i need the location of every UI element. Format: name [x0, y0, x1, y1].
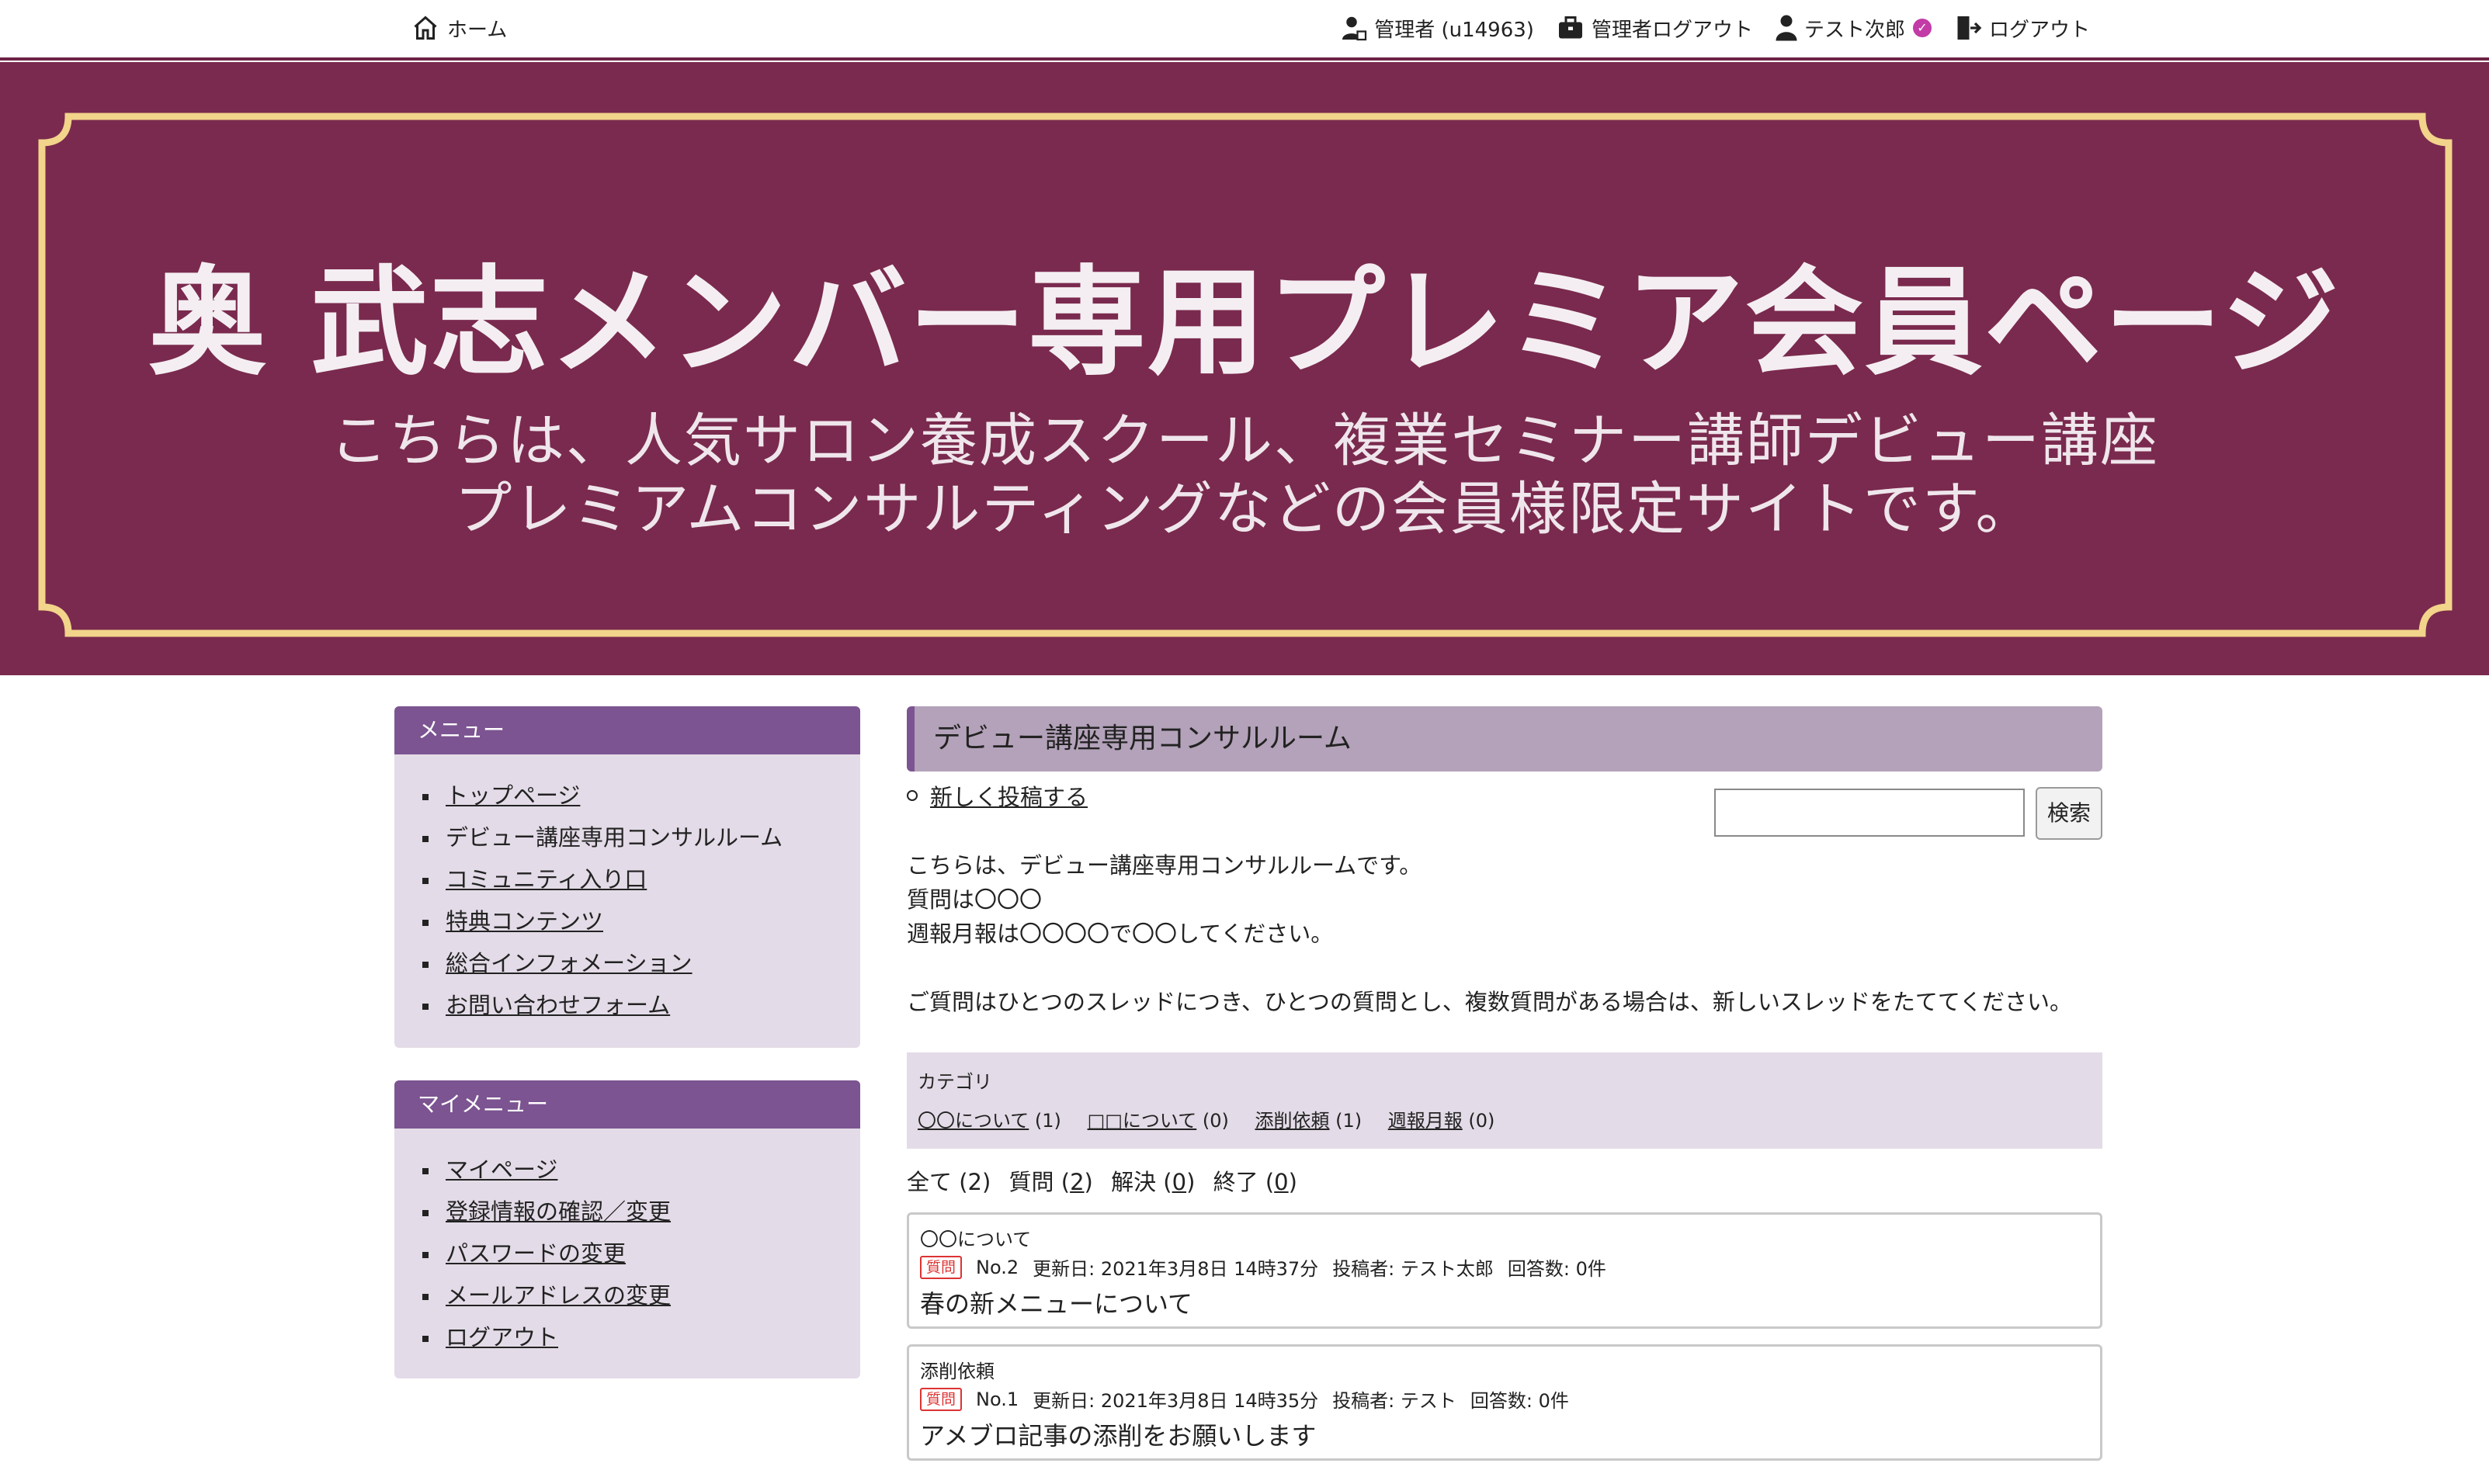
category-link-3[interactable]: 添削依頼: [1255, 1110, 1329, 1132]
description-line-4: ご質問はひとつのスレッドにつき、ひとつの質問とし、複数質問がある場合は、新しいス…: [907, 989, 2073, 1015]
thread-title[interactable]: アメブロ記事の添削をお願いします: [920, 1416, 1316, 1452]
briefcase-icon: [1558, 16, 1582, 39]
filter-solved: 解決 (0): [1111, 1169, 1196, 1195]
new-post-link[interactable]: 新しく投稿する: [930, 779, 1088, 812]
hero-banner: 奥 武志メンバー専用プレミア会員ページ こちらは、人気サロン養成スクール、複業セ…: [0, 62, 2489, 675]
mymenu-list: マイページ登録情報の確認／変更 パスワードの変更メールアドレスの変更 ログアウト: [394, 1129, 860, 1374]
filter-question: 質問 (2): [1008, 1169, 1093, 1195]
home-label: ホーム: [447, 18, 508, 42]
user-name: テスト次郎: [1803, 18, 1905, 42]
thread-replies: 回答数: 0件: [1507, 1258, 1606, 1280]
new-post-item: 新しく投稿する: [907, 779, 1088, 812]
mymenu-title: マイメニュー: [394, 1080, 860, 1129]
mymenu-item[interactable]: メールアドレスの変更: [394, 1274, 860, 1316]
filter-closed: 終了 (0): [1213, 1169, 1297, 1195]
menu-item[interactable]: トップページ: [394, 775, 860, 817]
home-icon: [414, 16, 437, 40]
thread-updated: 更新日: 2021年3月8日 14時37分: [1033, 1258, 1319, 1280]
admin-user-label: 管理者 (u14963): [1374, 18, 1534, 42]
filter-all: 全て (2): [907, 1169, 991, 1195]
banner-title: 奥 武志メンバー専用プレミア会員ページ: [148, 254, 2341, 391]
sidebar-mymenu: マイメニュー マイページ登録情報の確認／変更 パスワードの変更メールアドレスの変更…: [394, 1080, 860, 1378]
filter-closed-link[interactable]: 0: [1274, 1169, 1288, 1195]
thread-author: 投稿者: テスト太郎: [1332, 1258, 1494, 1280]
mymenu-item-link[interactable]: マイページ: [446, 1156, 557, 1183]
logout-link[interactable]: ログアウト: [1953, 14, 2090, 43]
thread-card[interactable]: 添削依頼 質問 No.1 更新日: 2021年3月8日 14時35分 投稿者: …: [907, 1344, 2102, 1461]
sidebar-menu: メニュー トップページデビュー講座専用コンサルルーム コミュニティ入り口 特典コンテ…: [394, 706, 860, 1048]
mymenu-item-link[interactable]: パスワードの変更: [446, 1240, 626, 1267]
description-line-1: こちらは、デビュー講座専用コンサルルームです。: [907, 852, 1422, 879]
description-line-2: 質問は〇〇〇: [907, 886, 1043, 913]
menu-title: メニュー: [394, 706, 860, 754]
menu-item[interactable]: 特典コンテンツ: [394, 900, 860, 942]
status-filter: 全て (2) 質問 (2) 解決 (0) 終了 (0): [907, 1164, 1308, 1197]
user-profile-link[interactable]: テスト次郎 ✓: [1775, 14, 1932, 43]
mymenu-item[interactable]: マイページ: [394, 1149, 860, 1191]
mymenu-item[interactable]: 登録情報の確認／変更: [394, 1191, 860, 1233]
logout-label: ログアウト: [1988, 18, 2090, 42]
top-navigation-bar: ホーム 管理者 (u14963) 管理者ログアウト テスト次郎 ✓ ログアウト: [0, 0, 2489, 61]
category-box: カテゴリ 〇〇について (1) □□について (0) 添削依頼 (1) 週報月報…: [907, 1052, 2102, 1149]
description-line-3: 週報月報は〇〇〇〇で〇〇してください。: [907, 921, 1334, 947]
menu-item-link[interactable]: 特典コンテンツ: [446, 908, 603, 934]
thread-card[interactable]: 〇〇について 質問 No.2 更新日: 2021年3月8日 14時37分 投稿者…: [907, 1212, 2102, 1329]
admin-logout-link[interactable]: 管理者ログアウト: [1556, 14, 1753, 43]
thread-meta: 質問 No.2 更新日: 2021年3月8日 14時37分 投稿者: テスト太郎…: [920, 1253, 1606, 1281]
home-link[interactable]: ホーム: [411, 11, 507, 45]
question-badge: 質問: [920, 1387, 963, 1411]
menu-item[interactable]: コミュニティ入り口: [394, 858, 860, 900]
banner-subtitle-line2: プレミアムコンサルティングなどの会員様限定サイトです。: [454, 476, 2035, 543]
verified-badge-icon: ✓: [1912, 19, 1932, 37]
menu-item-label: デビュー講座専用コンサルルーム: [446, 824, 783, 851]
thread-title[interactable]: 春の新メニューについて: [920, 1285, 1192, 1320]
filter-solved-link[interactable]: 0: [1172, 1169, 1186, 1195]
menu-list: トップページデビュー講座専用コンサルルーム コミュニティ入り口 特典コンテンツ総合イ…: [394, 754, 860, 1042]
admin-user-link[interactable]: 管理者 (u14963): [1340, 14, 1534, 43]
menu-item[interactable]: 総合インフォメーション: [394, 942, 860, 984]
menu-item[interactable]: お問い合わせフォーム: [394, 984, 860, 1026]
admin-user-icon: [1342, 16, 1367, 41]
thread-number: No.1: [976, 1388, 1019, 1410]
search-button[interactable]: 検索: [2036, 787, 2102, 840]
logout-icon: [1957, 16, 1982, 40]
search-input[interactable]: [1714, 789, 2025, 837]
thread-category: 添削依頼: [920, 1361, 995, 1382]
mymenu-item-link[interactable]: 登録情報の確認／変更: [446, 1198, 671, 1225]
category-title: カテゴリ: [918, 1071, 992, 1093]
category-link-2[interactable]: □□について: [1088, 1110, 1197, 1132]
menu-item-link[interactable]: お問い合わせフォーム: [446, 992, 670, 1018]
user-icon: [1776, 15, 1797, 41]
category-list: 〇〇について (1) □□について (0) 添削依頼 (1) 週報月報 (0): [918, 1105, 1515, 1132]
thread-author: 投稿者: テスト: [1332, 1390, 1456, 1412]
mymenu-item-link[interactable]: メールアドレスの変更: [446, 1282, 671, 1309]
thread-meta: 質問 No.1 更新日: 2021年3月8日 14時35分 投稿者: テスト 回…: [920, 1385, 1569, 1413]
filter-question-link[interactable]: 2: [1070, 1169, 1084, 1195]
category-count-4: (0): [1468, 1110, 1495, 1132]
category-link-1[interactable]: 〇〇について: [918, 1110, 1029, 1132]
menu-item-link[interactable]: 総合インフォメーション: [446, 950, 693, 976]
category-link-4[interactable]: 週報月報: [1388, 1110, 1463, 1132]
thread-replies: 回答数: 0件: [1470, 1390, 1569, 1412]
admin-logout-label: 管理者ログアウト: [1591, 18, 1753, 42]
thread-number: No.2: [976, 1256, 1019, 1278]
mymenu-item[interactable]: パスワードの変更: [394, 1233, 860, 1274]
thread-updated: 更新日: 2021年3月8日 14時35分: [1033, 1390, 1319, 1412]
list-bullet-icon: [907, 790, 918, 801]
room-title: デビュー講座専用コンサルルーム: [907, 706, 2102, 771]
category-count-3: (1): [1335, 1110, 1363, 1132]
menu-item-link[interactable]: トップページ: [446, 782, 580, 809]
category-count-1: (1): [1034, 1110, 1061, 1132]
question-badge: 質問: [920, 1255, 963, 1279]
menu-item: デビュー講座専用コンサルルーム: [394, 817, 860, 858]
category-count-2: (0): [1202, 1110, 1229, 1132]
mymenu-item[interactable]: ログアウト: [394, 1316, 860, 1358]
menu-item-link[interactable]: コミュニティ入り口: [446, 866, 647, 893]
thread-category: 〇〇について: [920, 1229, 1032, 1250]
mymenu-item-link[interactable]: ログアウト: [446, 1324, 558, 1351]
